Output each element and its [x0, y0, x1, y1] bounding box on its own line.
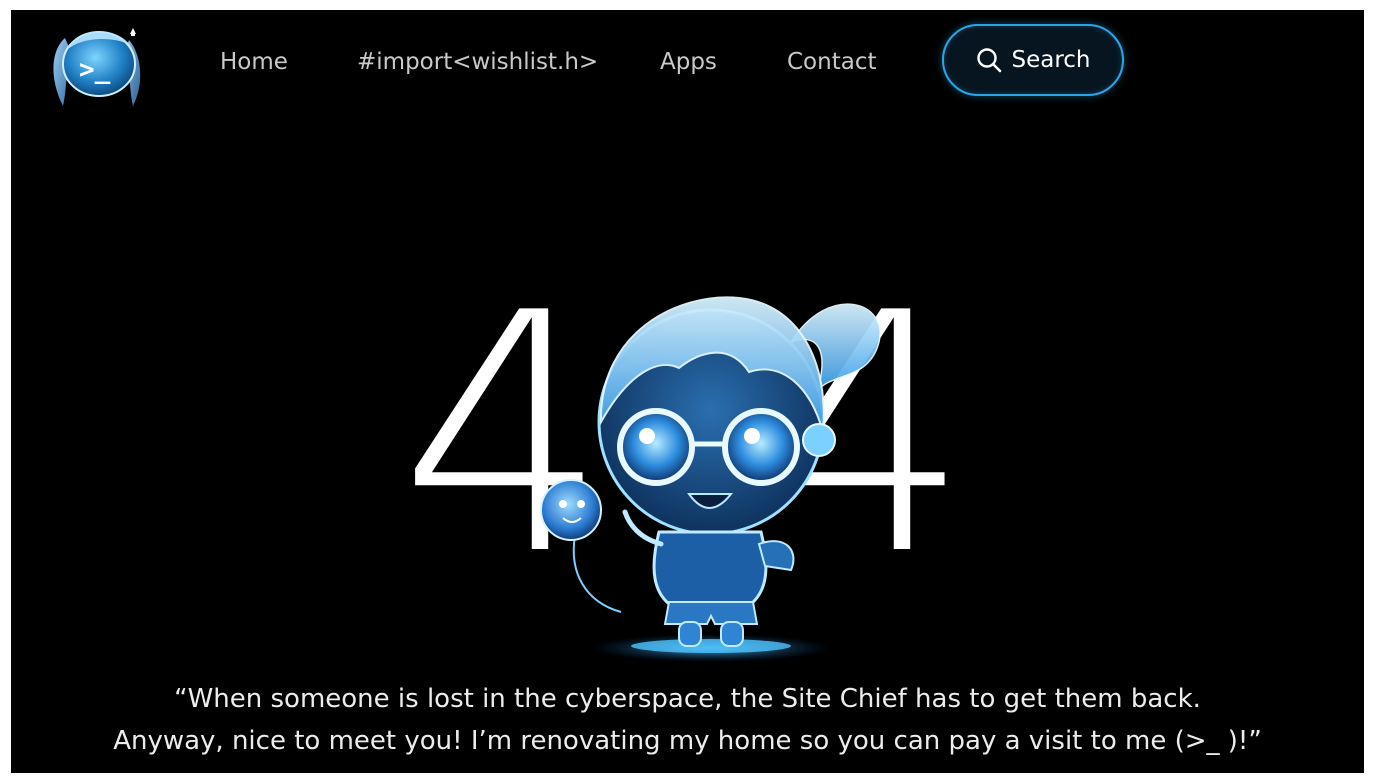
search-button[interactable]: Search: [942, 24, 1124, 96]
svg-text:>_: >_: [79, 55, 111, 85]
page-frame: >_ Home #import<wishlist.h> Apps Contact…: [11, 10, 1364, 773]
search-label: Search: [1011, 47, 1091, 73]
nav-apps-link[interactable]: Apps: [660, 46, 717, 78]
nav-contact-link[interactable]: Contact: [787, 46, 876, 78]
search-icon: [977, 48, 1002, 73]
mascot-illustration: [540, 296, 881, 662]
logo-icon[interactable]: >_: [45, 20, 149, 110]
quote-line-1: “When someone is lost in the cyberspace,…: [174, 684, 1201, 714]
nav-wishlist-link[interactable]: #import<wishlist.h>: [357, 46, 598, 78]
error-quote: “When someone is lost in the cyberspace,…: [11, 678, 1364, 762]
nav-home-link[interactable]: Home: [220, 46, 288, 78]
quote-line-2: Anyway, nice to meet you! I’m renovating…: [113, 726, 1262, 756]
